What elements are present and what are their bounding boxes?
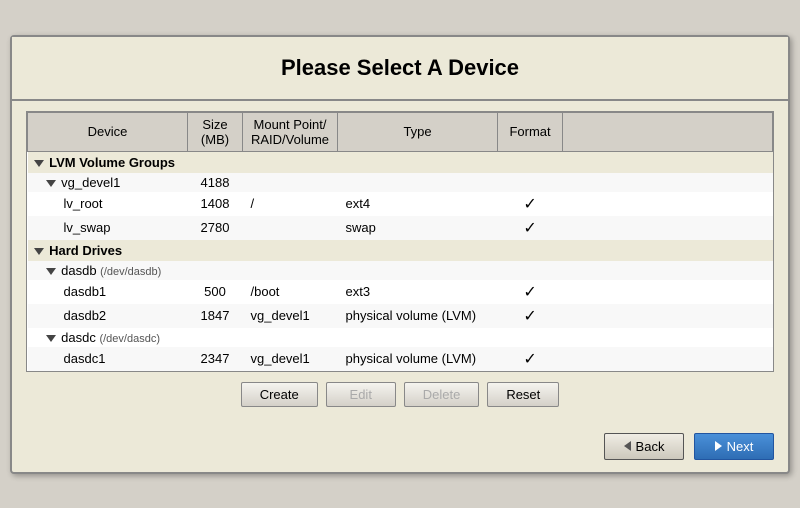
triangle-lvm [34,160,44,167]
dasdb2-label: dasdb2 [64,308,107,323]
vg_devel1-extra [563,173,773,192]
lv_swap-extra [563,216,773,240]
lv_root-label: lv_root [64,196,103,211]
triangle-harddrives [34,248,44,255]
triangle-vg_devel1 [46,180,56,187]
dasdc1-size: 2347 [188,347,243,371]
next-label: Next [727,439,754,454]
dasdb1-mount: /boot [243,280,338,304]
row-dasdb[interactable]: dasdb (/dev/dasdb) [28,261,773,280]
lv_swap-type: swap [338,216,498,240]
row-vg_devel1[interactable]: vg_devel1 4188 [28,173,773,192]
col-header-size: Size(MB) [188,112,243,151]
edit-button[interactable]: Edit [326,382,396,407]
dasdb2-type: physical volume (LVM) [338,304,498,328]
dasdc-extra [563,328,773,347]
group-lvm-label: LVM Volume Groups [49,155,175,170]
dasdc1-mount: vg_devel1 [243,347,338,371]
row-lv_swap[interactable]: lv_swap 2780 swap ✓ [28,216,773,240]
dasdc1-format: ✓ [498,347,563,371]
dasdb1-label: dasdb1 [64,284,107,299]
dasdb1-type: ext3 [338,280,498,304]
row-dasdc[interactable]: dasdc (/dev/dasdc) [28,328,773,347]
reset-button[interactable]: Reset [487,382,559,407]
dasdb1-extra [563,280,773,304]
create-button[interactable]: Create [241,382,318,407]
dasdc-label: dasdc [61,330,96,345]
back-arrow-icon [624,441,631,451]
back-button[interactable]: Back [604,433,684,460]
next-button[interactable]: Next [694,433,774,460]
col-header-device: Device [28,112,188,151]
vg_devel1-type [338,173,498,192]
row-dasdb2[interactable]: dasdb2 1847 vg_devel1 physical volume (L… [28,304,773,328]
dasdb2-extra [563,304,773,328]
dasdc-size [188,328,243,347]
dasdb-type [338,261,498,280]
dasdb-extra [563,261,773,280]
vg_devel1-size: 4188 [188,173,243,192]
triangle-dasdc [46,335,56,342]
lv_swap-size: 2780 [188,216,243,240]
lv_swap-label: lv_swap [64,220,111,235]
col-header-mount: Mount Point/RAID/Volume [243,112,338,151]
col-header-extra [563,112,773,151]
lv_swap-mount [243,216,338,240]
row-dasdc1[interactable]: dasdc1 2347 vg_devel1 physical volume (L… [28,347,773,371]
dasdb-mount [243,261,338,280]
lv_root-mount: / [243,192,338,216]
dasdc-subtext: (/dev/dasdc) [99,333,160,345]
dasdb-label: dasdb [61,263,96,278]
dasdb1-size: 500 [188,280,243,304]
lv_root-format: ✓ [498,192,563,216]
dasdb2-mount: vg_devel1 [243,304,338,328]
dasdc-format [498,328,563,347]
group-lvm[interactable]: LVM Volume Groups [28,151,773,173]
vg_devel1-mount [243,173,338,192]
dasdb-format [498,261,563,280]
lv_root-type: ext4 [338,192,498,216]
lv_root-extra [563,192,773,216]
vg_devel1-format [498,173,563,192]
dasdc1-type: physical volume (LVM) [338,347,498,371]
dasdc1-extra [563,347,773,371]
group-harddrives-label: Hard Drives [49,243,122,258]
lv_root-size: 1408 [188,192,243,216]
dasdb2-format: ✓ [498,304,563,328]
group-harddrives[interactable]: Hard Drives [28,240,773,261]
col-header-type: Type [338,112,498,151]
row-dasdb1[interactable]: dasdb1 500 /boot ext3 ✓ [28,280,773,304]
col-header-format: Format [498,112,563,151]
delete-button[interactable]: Delete [404,382,480,407]
dasdb-size [188,261,243,280]
dasdc-mount [243,328,338,347]
dasdb-subtext: (/dev/dasdb) [100,266,161,278]
dasdc1-label: dasdc1 [64,351,106,366]
dasdc-type [338,328,498,347]
dasdb1-format: ✓ [498,280,563,304]
dasdb2-size: 1847 [188,304,243,328]
row-lv_root[interactable]: lv_root 1408 / ext4 ✓ [28,192,773,216]
triangle-dasdb [46,268,56,275]
vg_devel1-label: vg_devel1 [61,175,120,190]
next-arrow-icon [715,441,722,451]
back-label: Back [636,439,665,454]
lv_swap-format: ✓ [498,216,563,240]
page-title: Please Select A Device [32,55,768,81]
